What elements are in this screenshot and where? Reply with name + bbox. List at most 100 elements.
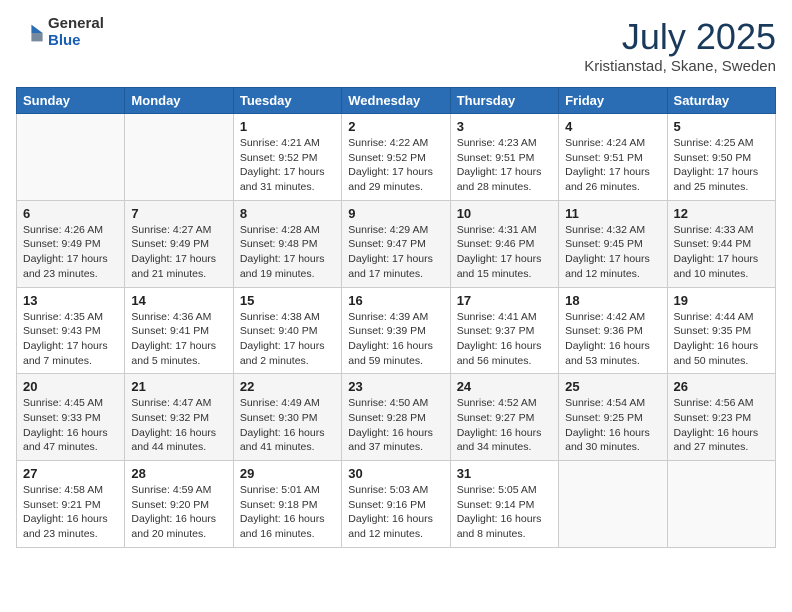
day-number: 27: [23, 466, 118, 481]
calendar-cell: 18Sunrise: 4:42 AM Sunset: 9:36 PM Dayli…: [559, 287, 667, 374]
day-number: 15: [240, 293, 335, 308]
calendar-header-row: SundayMondayTuesdayWednesdayThursdayFrid…: [17, 88, 776, 114]
calendar-cell: 14Sunrise: 4:36 AM Sunset: 9:41 PM Dayli…: [125, 287, 233, 374]
day-detail: Sunrise: 5:05 AM Sunset: 9:14 PM Dayligh…: [457, 483, 552, 542]
day-number: 12: [674, 206, 769, 221]
calendar-week-row: 20 Sunrise: 4:45 AM Sunset: 9:33 PM Dayli…: [17, 374, 776, 461]
calendar-week-row: 13 Sunrise: 4:35 AM Sunset: 9:43 PM Dayli…: [17, 287, 776, 374]
calendar-cell: 7Sunrise: 4:27 AM Sunset: 9:49 PM Daylig…: [125, 200, 233, 287]
day-detail: Sunrise: 4:41 AM Sunset: 9:37 PM Dayligh…: [457, 310, 552, 369]
calendar-cell: [17, 114, 125, 201]
calendar-cell: 13 Sunrise: 4:35 AM Sunset: 9:43 PM Dayli…: [17, 287, 125, 374]
day-detail: Sunrise: 4:23 AM Sunset: 9:51 PM Dayligh…: [457, 136, 552, 195]
weekday-header: Wednesday: [342, 88, 450, 114]
day-detail: Sunrise: 5:01 AM Sunset: 9:18 PM Dayligh…: [240, 483, 335, 542]
logo-blue-text: Blue: [48, 33, 104, 50]
title-block: July 2025 Kristianstad, Skane, Sweden: [584, 16, 776, 75]
calendar-cell: 5 Sunrise: 4:25 AM Sunset: 9:50 PM Daylig…: [667, 114, 775, 201]
day-detail: Sunrise: 4:35 AM Sunset: 9:43 PM Dayligh…: [23, 310, 118, 369]
day-detail: Sunrise: 4:52 AM Sunset: 9:27 PM Dayligh…: [457, 396, 552, 455]
day-number: 13: [23, 293, 118, 308]
weekday-header: Thursday: [450, 88, 558, 114]
calendar-cell: 16 Sunrise: 4:39 AM Sunset: 9:39 PM Dayli…: [342, 287, 450, 374]
logo-icon: [16, 19, 44, 47]
calendar-cell: 4 Sunrise: 4:24 AM Sunset: 9:51 PM Daylig…: [559, 114, 667, 201]
day-detail: Sunrise: 4:59 AM Sunset: 9:20 PM Dayligh…: [131, 483, 226, 542]
day-number: 31: [457, 466, 552, 481]
day-number: 22: [240, 379, 335, 394]
day-number: 19: [674, 293, 769, 308]
day-detail: Sunrise: 4:56 AM Sunset: 9:23 PM Dayligh…: [674, 396, 769, 455]
day-detail: Sunrise: 4:38 AM Sunset: 9:40 PM Dayligh…: [240, 310, 335, 369]
day-detail: Sunrise: 4:33 AM Sunset: 9:44 PM Dayligh…: [674, 223, 769, 282]
calendar-cell: 2 Sunrise: 4:22 AM Sunset: 9:52 PM Daylig…: [342, 114, 450, 201]
day-detail: Sunrise: 4:49 AM Sunset: 9:30 PM Dayligh…: [240, 396, 335, 455]
weekday-header: Saturday: [667, 88, 775, 114]
day-detail: Sunrise: 4:29 AM Sunset: 9:47 PM Dayligh…: [348, 223, 443, 282]
calendar-cell: 17 Sunrise: 4:41 AM Sunset: 9:37 PM Dayli…: [450, 287, 558, 374]
day-number: 9: [348, 206, 443, 221]
day-detail: Sunrise: 4:54 AM Sunset: 9:25 PM Dayligh…: [565, 396, 660, 455]
calendar-cell: 24 Sunrise: 4:52 AM Sunset: 9:27 PM Dayli…: [450, 374, 558, 461]
day-detail: Sunrise: 4:24 AM Sunset: 9:51 PM Dayligh…: [565, 136, 660, 195]
calendar-cell: [125, 114, 233, 201]
calendar-week-row: 27Sunrise: 4:58 AM Sunset: 9:21 PM Dayli…: [17, 461, 776, 548]
calendar-cell: 30 Sunrise: 5:03 AM Sunset: 9:16 PM Dayli…: [342, 461, 450, 548]
calendar-cell: 3 Sunrise: 4:23 AM Sunset: 9:51 PM Daylig…: [450, 114, 558, 201]
day-detail: Sunrise: 4:21 AM Sunset: 9:52 PM Dayligh…: [240, 136, 335, 195]
page-header: General Blue July 2025 Kristianstad, Ska…: [16, 16, 776, 75]
calendar-cell: 20 Sunrise: 4:45 AM Sunset: 9:33 PM Dayli…: [17, 374, 125, 461]
day-number: 20: [23, 379, 118, 394]
calendar-cell: 9 Sunrise: 4:29 AM Sunset: 9:47 PM Daylig…: [342, 200, 450, 287]
day-number: 5: [674, 119, 769, 134]
day-detail: Sunrise: 4:45 AM Sunset: 9:33 PM Dayligh…: [23, 396, 118, 455]
day-detail: Sunrise: 4:32 AM Sunset: 9:45 PM Dayligh…: [565, 223, 660, 282]
day-number: 1: [240, 119, 335, 134]
day-number: 3: [457, 119, 552, 134]
day-number: 4: [565, 119, 660, 134]
day-number: 25: [565, 379, 660, 394]
calendar-cell: 23Sunrise: 4:50 AM Sunset: 9:28 PM Dayli…: [342, 374, 450, 461]
day-number: 23: [348, 379, 443, 394]
month-title: July 2025: [584, 16, 776, 58]
day-number: 16: [348, 293, 443, 308]
day-number: 2: [348, 119, 443, 134]
day-number: 21: [131, 379, 226, 394]
day-detail: Sunrise: 4:28 AM Sunset: 9:48 PM Dayligh…: [240, 223, 335, 282]
day-detail: Sunrise: 4:26 AM Sunset: 9:49 PM Dayligh…: [23, 223, 118, 282]
weekday-header: Friday: [559, 88, 667, 114]
calendar-table: SundayMondayTuesdayWednesdayThursdayFrid…: [16, 87, 776, 548]
calendar-cell: 25 Sunrise: 4:54 AM Sunset: 9:25 PM Dayli…: [559, 374, 667, 461]
calendar-cell: 1 Sunrise: 4:21 AM Sunset: 9:52 PM Daylig…: [233, 114, 341, 201]
weekday-header: Sunday: [17, 88, 125, 114]
day-number: 29: [240, 466, 335, 481]
calendar-week-row: 1 Sunrise: 4:21 AM Sunset: 9:52 PM Daylig…: [17, 114, 776, 201]
day-number: 10: [457, 206, 552, 221]
calendar-cell: 28Sunrise: 4:59 AM Sunset: 9:20 PM Dayli…: [125, 461, 233, 548]
calendar-cell: 12 Sunrise: 4:33 AM Sunset: 9:44 PM Dayli…: [667, 200, 775, 287]
weekday-header: Tuesday: [233, 88, 341, 114]
day-number: 8: [240, 206, 335, 221]
day-number: 17: [457, 293, 552, 308]
logo-general-text: General: [48, 16, 104, 33]
day-detail: Sunrise: 4:42 AM Sunset: 9:36 PM Dayligh…: [565, 310, 660, 369]
calendar-cell: 31 Sunrise: 5:05 AM Sunset: 9:14 PM Dayli…: [450, 461, 558, 548]
calendar-cell: 22 Sunrise: 4:49 AM Sunset: 9:30 PM Dayli…: [233, 374, 341, 461]
day-number: 6: [23, 206, 118, 221]
calendar-cell: 27Sunrise: 4:58 AM Sunset: 9:21 PM Dayli…: [17, 461, 125, 548]
calendar-cell: 21Sunrise: 4:47 AM Sunset: 9:32 PM Dayli…: [125, 374, 233, 461]
day-detail: Sunrise: 4:31 AM Sunset: 9:46 PM Dayligh…: [457, 223, 552, 282]
day-number: 30: [348, 466, 443, 481]
calendar-cell: 6 Sunrise: 4:26 AM Sunset: 9:49 PM Daylig…: [17, 200, 125, 287]
day-detail: Sunrise: 4:39 AM Sunset: 9:39 PM Dayligh…: [348, 310, 443, 369]
day-number: 14: [131, 293, 226, 308]
location-text: Kristianstad, Skane, Sweden: [584, 58, 776, 75]
day-detail: Sunrise: 4:25 AM Sunset: 9:50 PM Dayligh…: [674, 136, 769, 195]
calendar-cell: 26Sunrise: 4:56 AM Sunset: 9:23 PM Dayli…: [667, 374, 775, 461]
calendar-cell: 19Sunrise: 4:44 AM Sunset: 9:35 PM Dayli…: [667, 287, 775, 374]
day-number: 24: [457, 379, 552, 394]
day-detail: Sunrise: 4:22 AM Sunset: 9:52 PM Dayligh…: [348, 136, 443, 195]
calendar-cell: 29 Sunrise: 5:01 AM Sunset: 9:18 PM Dayli…: [233, 461, 341, 548]
calendar-cell: 8 Sunrise: 4:28 AM Sunset: 9:48 PM Daylig…: [233, 200, 341, 287]
day-detail: Sunrise: 5:03 AM Sunset: 9:16 PM Dayligh…: [348, 483, 443, 542]
